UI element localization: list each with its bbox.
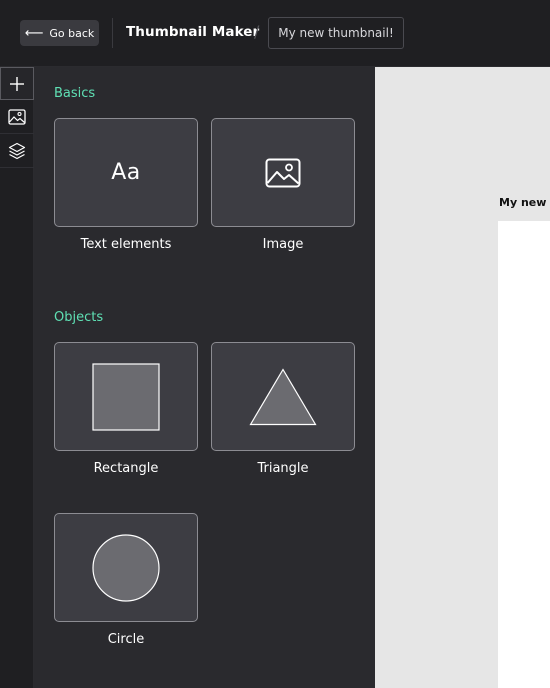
- arrow-left-icon: ⟵: [24, 25, 44, 41]
- layers-icon: [8, 142, 26, 160]
- triangle-tile[interactable]: [211, 342, 355, 451]
- canvas-workspace[interactable]: My new thumbnail!: [375, 67, 550, 688]
- rectangle-label: Rectangle: [93, 461, 159, 476]
- image-icon: [265, 158, 301, 187]
- images-tab[interactable]: [0, 101, 34, 134]
- text-aa-icon: Aa: [111, 160, 141, 185]
- image-tile[interactable]: [211, 118, 355, 227]
- project-name-field[interactable]: My new thumbnail!: [268, 17, 404, 49]
- circle-icon: [92, 533, 160, 602]
- top-bar: ⟵ Go back Thumbnail Maker / My new thumb…: [0, 0, 550, 67]
- text-elements-tile[interactable]: Aa: [54, 118, 198, 227]
- image-label: Image: [262, 237, 304, 252]
- rectangle-tile[interactable]: [54, 342, 198, 451]
- app-title: Thumbnail Maker: [126, 24, 260, 40]
- breadcrumb-separator: /: [254, 22, 260, 41]
- triangle-label: Triangle: [257, 461, 309, 476]
- canvas-title: My new thumbnail!: [499, 196, 550, 209]
- tool-rail: [0, 67, 34, 688]
- triangle-icon: [249, 367, 317, 425]
- go-back-label: Go back: [49, 26, 95, 40]
- elements-panel: Basics Aa Text elements Image Objects Re…: [34, 67, 375, 688]
- circle-tile[interactable]: [54, 513, 198, 622]
- section-title-basics: Basics: [54, 86, 96, 101]
- header-divider: [112, 18, 113, 48]
- layers-tab[interactable]: [0, 135, 34, 168]
- circle-label: Circle: [107, 632, 145, 647]
- go-back-button[interactable]: ⟵ Go back: [20, 20, 99, 46]
- plus-icon: [10, 76, 24, 91]
- image-icon: [8, 109, 26, 125]
- thumbnail-canvas[interactable]: [498, 221, 550, 688]
- rectangle-icon: [92, 362, 160, 431]
- add-elements-tab[interactable]: [0, 67, 34, 100]
- section-title-objects: Objects: [54, 310, 104, 325]
- text-elements-label: Text elements: [80, 237, 172, 252]
